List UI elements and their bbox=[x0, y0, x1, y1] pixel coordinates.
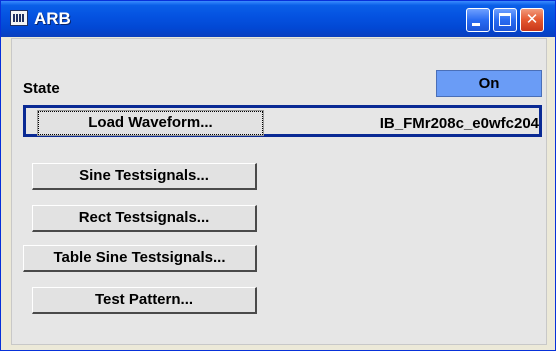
table-sine-testsignals-button[interactable]: Table Sine Testsignals... bbox=[23, 245, 257, 272]
title-bar[interactable]: ARB bbox=[1, 1, 555, 37]
load-waveform-button[interactable]: Load Waveform... bbox=[37, 110, 264, 136]
arb-window: ARB State On Load Waveform... IB_FMr208c… bbox=[0, 0, 556, 351]
state-on-button[interactable]: On bbox=[436, 70, 542, 97]
state-label: State bbox=[23, 80, 60, 97]
load-waveform-row: Load Waveform... IB_FMr208c_e0wfc204 bbox=[23, 105, 542, 137]
test-pattern-button[interactable]: Test Pattern... bbox=[32, 287, 257, 314]
minimize-icon[interactable] bbox=[466, 8, 490, 32]
sine-testsignals-button[interactable]: Sine Testsignals... bbox=[32, 163, 257, 190]
maximize-icon[interactable] bbox=[493, 8, 517, 32]
rect-testsignals-button[interactable]: Rect Testsignals... bbox=[32, 205, 257, 232]
close-icon[interactable] bbox=[520, 8, 544, 32]
waveform-file-name: IB_FMr208c_e0wfc204 bbox=[379, 115, 539, 132]
arb-panel: State On Load Waveform... IB_FMr208c_e0w… bbox=[11, 38, 547, 345]
arb-app-icon[interactable] bbox=[10, 10, 28, 26]
window-title: ARB bbox=[34, 9, 71, 28]
